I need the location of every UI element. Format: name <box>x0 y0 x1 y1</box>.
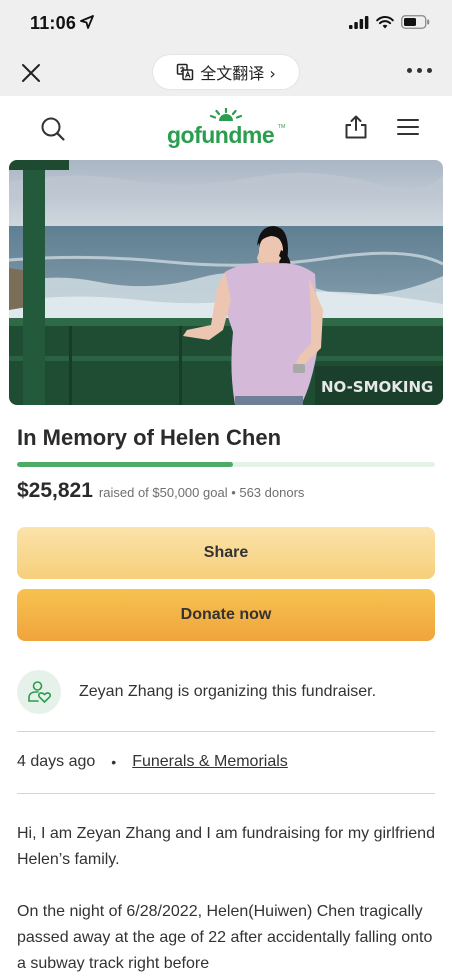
donate-now-button[interactable]: Donate now <box>17 589 435 641</box>
raised-amount: $25,821 <box>17 479 93 502</box>
share-icon[interactable] <box>343 114 369 140</box>
divider <box>17 793 435 794</box>
gofundme-logo[interactable]: gofundme TM <box>167 108 287 148</box>
story-paragraph: Hi, I am Zeyan Zhang and I am fundraisin… <box>17 825 435 868</box>
logo-sun-icon <box>209 108 243 121</box>
campaign-title: In Memory of Helen Chen <box>17 425 282 450</box>
category-link[interactable]: Funerals & Memorials <box>132 753 288 771</box>
translate-button[interactable]: 全文翻译 › <box>153 55 299 89</box>
cellular-signal-icon <box>349 15 369 29</box>
hamburger-menu-icon[interactable] <box>397 118 419 136</box>
organizer-row: Zeyan Zhang is organizing this fundraise… <box>17 668 435 716</box>
site-header: gofundme TM <box>0 96 452 158</box>
donation-progress-fill <box>17 462 233 467</box>
more-icon[interactable] <box>407 68 432 73</box>
campaign-meta: 4 days ago • Funerals & Memorials <box>17 753 288 771</box>
battery-icon <box>401 15 430 29</box>
share-button[interactable]: Share <box>17 527 435 579</box>
created-age: 4 days ago <box>17 753 96 770</box>
organizer-text: Zeyan Zhang is organizing this fundraise… <box>79 683 377 700</box>
hero-sign-text: NO-SMOKING <box>321 378 433 396</box>
translate-label: 全文翻译 › <box>200 64 276 83</box>
raised-summary: $25,821 raised of $50,000 goal • 563 don… <box>17 479 304 503</box>
donation-progress-bar <box>17 462 435 467</box>
browser-toolbar: 全文翻译 › <box>0 46 452 96</box>
raised-goal-donors: raised of $50,000 goal • 563 donors <box>98 485 305 500</box>
location-arrow-icon <box>80 15 94 29</box>
status-bar: 11:06 <box>0 0 452 46</box>
organizer-heart-person-icon <box>17 670 61 714</box>
close-icon[interactable] <box>20 62 42 84</box>
status-indicators <box>349 15 430 29</box>
story-paragraph: On the night of 6/28/2022, Helen(Huiwen)… <box>17 903 433 972</box>
divider <box>17 731 435 732</box>
status-time: 11:06 <box>30 13 77 33</box>
wifi-icon <box>376 15 394 28</box>
logo-trademark: TM <box>278 124 286 130</box>
logo-wordmark: gofundme <box>167 122 275 148</box>
hero-photo: NO-SMOKING <box>9 160 443 405</box>
campaign-hero-image: NO-SMOKING <box>9 160 443 405</box>
translate-icon <box>177 63 194 81</box>
search-icon[interactable] <box>40 116 66 142</box>
meta-separator: • <box>111 754 117 770</box>
